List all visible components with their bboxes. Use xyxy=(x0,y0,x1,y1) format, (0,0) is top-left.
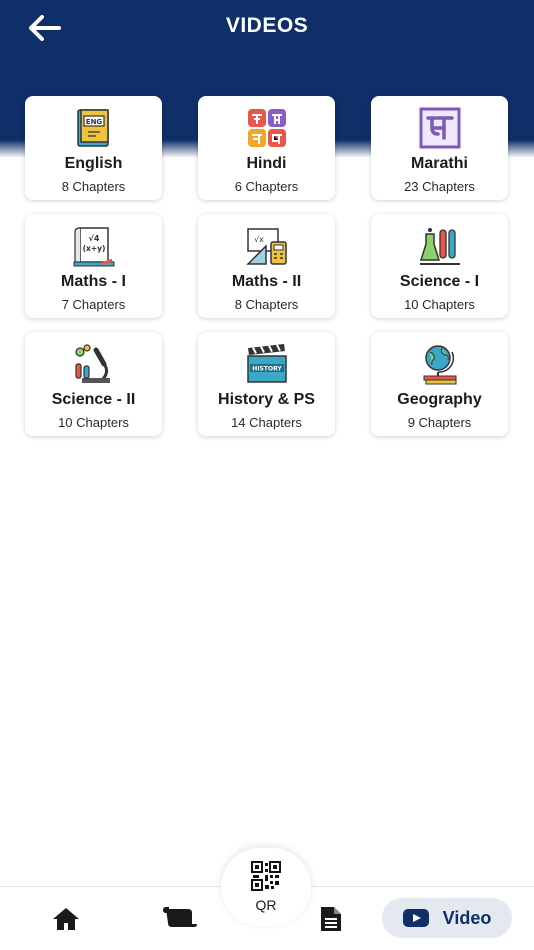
subject-card-maths-1[interactable]: √4 (x+y) Maths - I 7 Chapters xyxy=(25,214,162,318)
subject-name: Science - I xyxy=(399,273,480,290)
chapter-count: 23 Chapters xyxy=(404,179,475,194)
home-icon xyxy=(53,908,79,930)
subject-name: History & PS xyxy=(218,391,315,408)
history-clapper-icon: HISTORY xyxy=(246,344,287,383)
subject-card-science-2[interactable]: Science - II 10 Chapters xyxy=(25,332,162,436)
svg-text:(x+y): (x+y) xyxy=(82,244,105,253)
subject-grid: ENG English 8 Chapters Hindi 6 Chapters … xyxy=(25,96,509,436)
marathi-letter-icon xyxy=(419,107,460,149)
microscope-icon xyxy=(74,344,110,383)
chapter-count: 8 Chapters xyxy=(61,179,126,194)
svg-text:ENG: ENG xyxy=(85,118,102,126)
youtube-play-icon xyxy=(402,909,429,927)
chapter-count: 10 Chapters xyxy=(58,415,129,430)
qr-button[interactable]: QR xyxy=(221,848,311,926)
scroll-icon xyxy=(163,907,197,927)
chapter-count: 10 Chapters xyxy=(404,297,475,312)
subject-name: Marathi xyxy=(411,155,468,172)
home-button[interactable] xyxy=(46,901,86,937)
chapter-count: 14 Chapters xyxy=(231,415,302,430)
subject-card-science-1[interactable]: Science - I 10 Chapters xyxy=(371,214,508,318)
page-title: VIDEOS xyxy=(225,14,309,37)
subject-name: Maths - I xyxy=(61,273,126,290)
document-icon xyxy=(321,907,341,931)
qr-label: QR xyxy=(255,897,277,913)
english-book-icon: ENG xyxy=(76,109,109,147)
svg-text:√4: √4 xyxy=(88,234,99,243)
subject-name: Geography xyxy=(397,391,482,408)
subject-card-english[interactable]: ENG English 8 Chapters xyxy=(25,96,162,200)
chapter-count: 8 Chapters xyxy=(234,297,299,312)
subject-card-history-ps[interactable]: HISTORY History & PS 14 Chapters xyxy=(198,332,335,436)
video-tab-active[interactable]: Video xyxy=(382,898,512,938)
chemistry-lab-icon xyxy=(419,228,460,265)
globe-books-icon xyxy=(423,345,456,385)
scroll-button[interactable] xyxy=(160,901,200,937)
subject-name: Science - II xyxy=(51,391,136,408)
subject-card-marathi[interactable]: Marathi 23 Chapters xyxy=(371,96,508,200)
chapter-count: 7 Chapters xyxy=(61,297,126,312)
chapter-count: 6 Chapters xyxy=(234,179,299,194)
maths-formula-icon: √4 (x+y) xyxy=(73,227,114,267)
subject-name: English xyxy=(64,155,123,172)
hindi-letters-icon xyxy=(247,109,286,147)
svg-text:√x: √x xyxy=(254,235,264,244)
subject-card-hindi[interactable]: Hindi 6 Chapters xyxy=(198,96,335,200)
chapter-count: 9 Chapters xyxy=(407,415,472,430)
subject-name: Maths - II xyxy=(231,273,302,290)
subject-card-maths-2[interactable]: √x Maths - II 8 Chapters xyxy=(198,214,335,318)
subject-name: Hindi xyxy=(246,155,287,172)
svg-text:HISTORY: HISTORY xyxy=(252,366,282,373)
qr-code-icon xyxy=(251,861,281,891)
video-tab-label: Video xyxy=(442,907,492,928)
geometry-tools-icon: √x xyxy=(245,228,287,265)
document-button[interactable] xyxy=(311,901,351,937)
subject-card-geography[interactable]: Geography 9 Chapters xyxy=(371,332,508,436)
